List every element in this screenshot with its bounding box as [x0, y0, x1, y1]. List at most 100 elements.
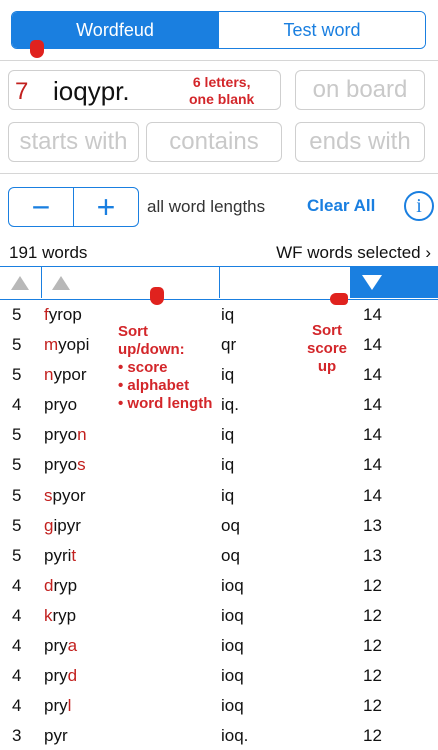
table-row[interactable]: 5 gipyr oq 13	[0, 511, 438, 541]
word-score: 14	[363, 425, 382, 445]
word: gipyr	[44, 515, 81, 535]
table-row[interactable]: 4 pryl ioq 12	[0, 691, 438, 721]
starts-with-field[interactable]: starts with	[8, 122, 139, 162]
unused-letters: iq	[221, 365, 235, 385]
word: kryp	[44, 605, 77, 625]
sort-header	[0, 266, 438, 300]
word-length: 4	[12, 605, 22, 625]
word-score: 14	[363, 485, 382, 505]
unused-letters: qr	[221, 335, 237, 355]
rack-letters: ioqypr.	[53, 76, 130, 106]
sort-alphabet-button[interactable]	[42, 267, 220, 298]
rack-input[interactable]: 7 ioqypr. 6 letters, one blank	[8, 70, 281, 110]
table-row[interactable]: 4 pryd ioq 12	[0, 661, 438, 691]
unused-letters: iq	[221, 305, 235, 324]
divider	[0, 60, 438, 61]
table-row[interactable]: 5 fyrop iq 14	[0, 300, 438, 330]
word-length: 3	[12, 726, 22, 746]
unused-letters: oq	[221, 545, 240, 565]
word: pyr	[44, 726, 68, 746]
word-score: 12	[363, 575, 382, 595]
word: myopi	[44, 335, 90, 355]
on-board-field[interactable]: on board	[295, 70, 425, 110]
sort-down-icon	[362, 275, 382, 290]
unused-letters: oq	[221, 515, 240, 535]
word-score: 12	[363, 696, 382, 716]
word: fyrop	[44, 305, 82, 324]
word: pryl	[44, 696, 72, 716]
word-length-stepper: − +	[8, 187, 139, 227]
unused-letters: ioq	[221, 605, 244, 625]
pointing-hand-icon	[30, 40, 44, 58]
table-row[interactable]: 5 pryon iq 14	[0, 420, 438, 450]
table-row[interactable]: 3 pyr ioq. 12	[0, 721, 438, 750]
score-sort-annotation: Sort score up	[307, 322, 348, 375]
word-length-label: all word lengths	[147, 197, 266, 216]
table-row[interactable]: 5 pyrit oq 13	[0, 541, 438, 571]
word: prya	[44, 636, 78, 656]
table-row[interactable]: 4 kryp ioq 12	[0, 601, 438, 631]
unused-letters: ioq	[221, 696, 244, 716]
mode-segmented-control: Wordfeud Test word	[11, 11, 426, 49]
word-score: 14	[363, 335, 382, 355]
divider	[0, 173, 438, 174]
word: pryos	[44, 455, 86, 475]
word-length: 4	[12, 575, 22, 595]
table-row[interactable]: 4 prya ioq 12	[0, 631, 438, 661]
rack-annotation: 6 letters, one blank	[189, 74, 255, 107]
word-score: 12	[363, 726, 382, 746]
word-score: 14	[363, 365, 382, 385]
info-icon[interactable]: i	[404, 191, 434, 221]
dictionary-selector[interactable]: WF words selected ›	[276, 243, 431, 263]
word-score: 12	[363, 605, 382, 625]
word: nypor	[44, 365, 87, 385]
word-score: 14	[363, 455, 382, 475]
sort-up-icon	[11, 276, 29, 290]
word-length: 5	[12, 305, 22, 324]
unused-letters: iq.	[221, 395, 239, 415]
word-length: 4	[12, 666, 22, 686]
sort-annotation-title: Sort up/down:	[118, 323, 185, 358]
unused-letters: iq	[221, 455, 235, 475]
sort-score-button[interactable]	[351, 267, 438, 298]
word-length: 5	[12, 365, 22, 385]
unused-letters: ioq	[221, 575, 244, 595]
clear-all-button[interactable]: Clear All	[307, 196, 375, 216]
word-length: 5	[12, 545, 22, 565]
word: spyor	[44, 485, 86, 505]
table-row[interactable]: 4 pryo iq. 14	[0, 390, 438, 420]
decrease-length-button[interactable]: −	[9, 188, 74, 226]
unused-letters: ioq.	[221, 726, 249, 746]
word: dryp	[44, 575, 78, 595]
sort-length-button[interactable]	[0, 267, 42, 298]
tab-test-word[interactable]: Test word	[218, 12, 425, 48]
word-length: 5	[12, 335, 22, 355]
contains-field[interactable]: contains	[146, 122, 282, 162]
word-length: 4	[12, 395, 22, 415]
word-length: 4	[12, 636, 22, 656]
word-length: 4	[12, 696, 22, 716]
increase-length-button[interactable]: +	[74, 188, 138, 226]
word-score: 14	[363, 395, 382, 415]
table-row[interactable]: 5 spyor iq 14	[0, 481, 438, 511]
word: pryon	[44, 425, 87, 445]
pointing-hand-icon	[150, 287, 164, 305]
result-count: 191 words	[9, 243, 88, 262]
rack-count: 7	[15, 78, 29, 105]
table-row[interactable]: 4 dryp ioq 12	[0, 571, 438, 601]
pointing-hand-icon	[330, 293, 348, 305]
word: pryo	[44, 395, 78, 415]
word-length: 5	[12, 455, 22, 475]
table-row[interactable]: 5 myopi qr 14	[0, 330, 438, 360]
sort-up-icon	[52, 276, 70, 290]
word-list: 5 fyrop iq 14 5 myopi qr 14 5 nypor iq 14 4 pryo iq. 14…	[0, 300, 438, 750]
word-length: 5	[12, 515, 22, 535]
word-length: 5	[12, 485, 22, 505]
table-row[interactable]: 5 nypor iq 14	[0, 360, 438, 390]
word-score: 12	[363, 636, 382, 656]
word: pyrit	[44, 545, 77, 565]
ends-with-field[interactable]: ends with	[295, 122, 425, 162]
unused-letters: iq	[221, 425, 235, 445]
table-row[interactable]: 5 pryos iq 14	[0, 450, 438, 480]
unused-letters: ioq	[221, 666, 244, 686]
